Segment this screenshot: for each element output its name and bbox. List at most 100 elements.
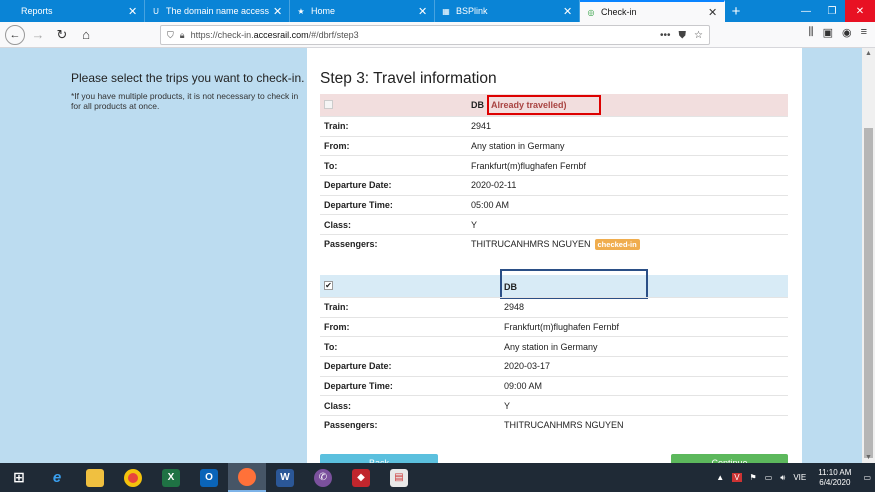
page-title: Step 3: Travel information [320, 70, 497, 87]
excel-icon[interactable]: X [152, 463, 190, 492]
pocket-icon[interactable]: ⛊ [679, 30, 687, 41]
trip-header: DB Already travelled) [320, 94, 788, 116]
reload-icon[interactable]: ↻ [51, 24, 73, 46]
clock[interactable]: 11:10 AM 6/4/2020 [818, 468, 851, 488]
chrome-icon[interactable] [114, 463, 152, 492]
more-actions-icon[interactable]: ••• [660, 30, 671, 41]
departure-time: 09:00 AM [504, 381, 543, 392]
app-red-icon[interactable]: ◆ [342, 463, 380, 492]
trip-2: ✔ DB Train: 2948 From: Frankfurt(m)flughaf… [320, 269, 788, 435]
toolbar-right: ⫼ ▣ ◉ ≡ [809, 26, 868, 39]
flag-icon[interactable]: ⚑ [750, 473, 757, 482]
tab-title: BSPlink [456, 6, 488, 16]
continue-button[interactable]: Continue [671, 454, 788, 463]
multiple-products-note: *If you have multiple products, it is no… [71, 91, 299, 111]
internet-explorer-icon[interactable]: e [38, 463, 76, 492]
tab-reports[interactable]: Reports ✕ [0, 0, 145, 22]
trip-checkbox-disabled [324, 100, 333, 109]
notification-icon[interactable]: ▭ [863, 473, 871, 482]
table-row: Class: Y [320, 214, 788, 234]
tab-check-in[interactable]: ◎ Check-in ✕ [580, 0, 725, 22]
scrollbar-thumb[interactable] [864, 128, 873, 458]
volume-icon[interactable]: 🔊︎ [780, 473, 785, 483]
table-row: To: Any station in Germany [320, 336, 788, 356]
highlight-box [500, 269, 648, 299]
scroll-up-icon[interactable]: ▲ [865, 50, 872, 57]
system-tray: ▲ V ⚑ ▭ 🔊︎ VIE 11:10 AM 6/4/2020 ▭ [712, 463, 875, 492]
operator-name: DB [504, 282, 517, 292]
bookmark-star-icon[interactable]: ☆ [694, 30, 703, 41]
language-indicator[interactable]: VIE [793, 473, 806, 482]
checked-in-badge: checked-in [594, 238, 640, 250]
already-travelled-status: Already travelled) [487, 95, 601, 115]
table-row: Departure Date: 2020-03-17 [320, 356, 788, 376]
tab-title: The domain name accessrail.c [166, 6, 269, 16]
library-icon[interactable]: ⫼ [809, 26, 814, 39]
account-icon[interactable]: ◉ [842, 26, 852, 39]
back-arrow-icon[interactable]: ← [5, 24, 25, 45]
passenger-names: THITRUCANHMRS NGUYEN checked-in [471, 238, 640, 250]
operator-name: DB [471, 100, 484, 110]
lock-icon[interactable]: 🔒︎ [180, 30, 185, 41]
trip-header: ✔ DB [320, 269, 788, 299]
checkin-icon: ◎ [587, 7, 595, 17]
firefox-icon[interactable] [228, 463, 266, 492]
shield-icon[interactable]: ⛉ [167, 30, 174, 41]
navigation-bar: ← → ↻ ⌂ ⛉ 🔒︎ https://check-in.accesrail.… [0, 22, 875, 48]
sidebar-icon[interactable]: ▣ [823, 26, 833, 39]
viber-icon[interactable]: ✆ [304, 463, 342, 492]
travel-class: Y [504, 400, 511, 411]
minimize-icon[interactable]: — [793, 0, 819, 22]
tab-title: Check-in [601, 7, 637, 17]
window-controls: — ❐ ✕ [793, 0, 875, 22]
table-row: From: Frankfurt(m)flughafen Fernbf [320, 316, 788, 337]
browser-tab-bar: Reports ✕ U The domain name accessrail.c… [0, 0, 875, 22]
from-station: Any station in Germany [471, 141, 565, 152]
windows-taskbar: ⊞ e X O W ✆ ◆ ▤ ▲ V ⚑ ▭ 🔊︎ VIE 11:10 AM 6… [0, 463, 875, 492]
trip-1: DB Already travelled) Train: 2941 From: An… [320, 94, 788, 254]
table-row: Departure Time: 05:00 AM [320, 194, 788, 215]
tab-title: Reports [21, 6, 53, 16]
table-row: Passengers: THITRUCANHMRS NGUYEN [320, 415, 788, 435]
menu-icon[interactable]: ≡ [861, 26, 867, 39]
scroll-down-icon[interactable]: ▼ [865, 454, 872, 461]
travel-class: Y [471, 219, 478, 230]
network-icon[interactable]: ▭ [765, 473, 773, 482]
start-windows-icon[interactable]: ⊞ [0, 463, 38, 492]
passenger-names: THITRUCANHMRS NGUYEN [504, 420, 624, 431]
close-window-icon[interactable]: ✕ [845, 0, 875, 22]
table-row: From: Any station in Germany [320, 135, 788, 156]
word-icon[interactable]: W [266, 463, 304, 492]
departure-time: 05:00 AM [471, 200, 510, 211]
close-tab-icon[interactable]: ✕ [128, 5, 138, 18]
table-row: Train: 2941 [320, 116, 788, 136]
forward-arrow-icon[interactable]: → [27, 24, 49, 46]
tray-app-icon[interactable]: V [732, 473, 742, 482]
departure-date: 2020-03-17 [504, 361, 551, 372]
outlook-icon[interactable]: O [190, 463, 228, 492]
trip-checkbox[interactable]: ✔ [324, 281, 333, 290]
vertical-scrollbar[interactable]: ▲ ▼ [862, 48, 875, 463]
close-tab-icon[interactable]: ✕ [563, 5, 573, 18]
url-text[interactable]: https://check-in.accesrail.com/#/dbrf/st… [191, 30, 652, 40]
restore-icon[interactable]: ❐ [819, 0, 845, 22]
close-tab-icon[interactable]: ✕ [708, 6, 718, 19]
home-icon[interactable]: ⌂ [75, 24, 97, 46]
travel-info-panel: Step 3: Travel information DB Already tr… [307, 48, 802, 463]
chevron-up-icon[interactable]: ▲ [716, 473, 724, 482]
select-trips-heading: Please select the trips you want to chec… [71, 71, 305, 85]
tab-home[interactable]: ★ Home ✕ [290, 0, 435, 22]
tab-accessrail-domain[interactable]: U The domain name accessrail.c ✕ [145, 0, 290, 22]
star-icon: ★ [297, 6, 305, 16]
back-button[interactable]: Back [320, 454, 438, 463]
to-station: Frankfurt(m)flughafen Fernbf [471, 160, 587, 171]
app-window-icon[interactable]: ▤ [380, 463, 418, 492]
tab-bsplink[interactable]: ▦ BSPlink ✕ [435, 0, 580, 22]
page-icon [6, 6, 16, 16]
table-row: To: Frankfurt(m)flughafen Fernbf [320, 155, 788, 175]
file-explorer-icon[interactable] [76, 463, 114, 492]
address-bar[interactable]: ⛉ 🔒︎ https://check-in.accesrail.com/#/db… [160, 25, 710, 45]
close-tab-icon[interactable]: ✕ [273, 5, 283, 18]
new-tab-button[interactable]: + [725, 0, 747, 22]
close-tab-icon[interactable]: ✕ [418, 5, 428, 18]
